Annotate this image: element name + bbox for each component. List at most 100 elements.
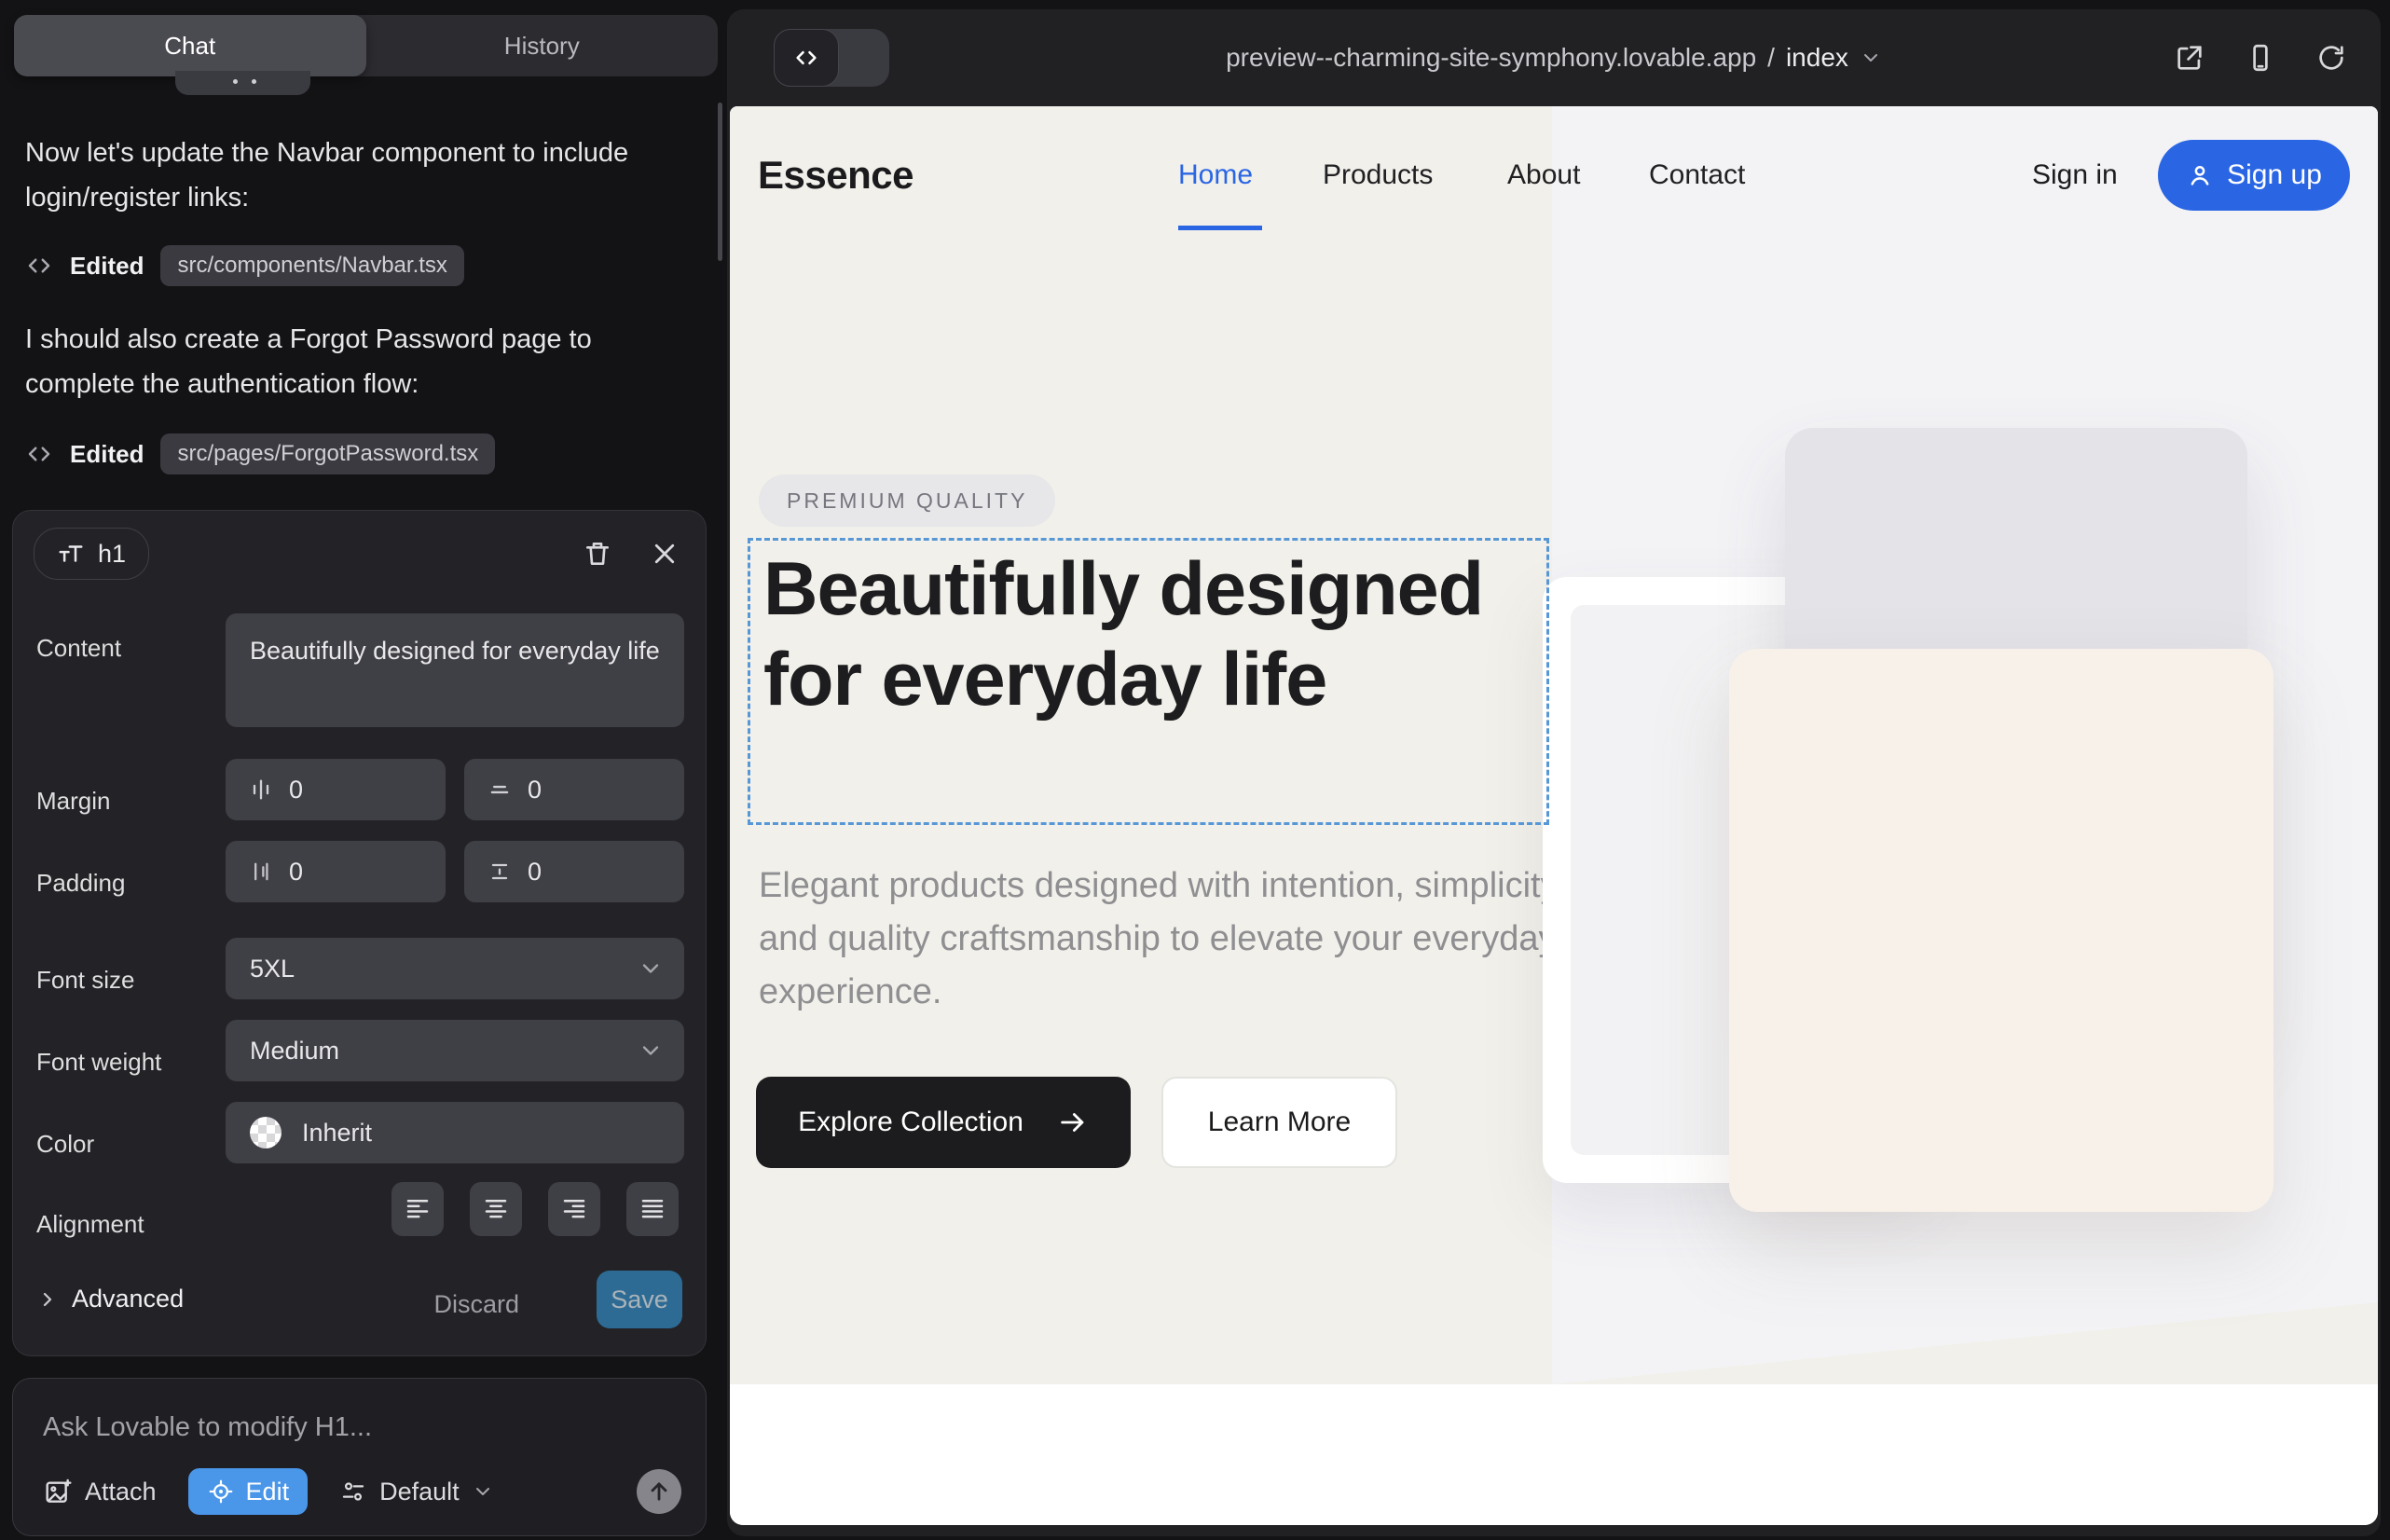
browser-chrome: preview--charming-site-symphony.lovable.… [727,9,2381,106]
chevron-down-icon [638,1038,664,1064]
chat-message: I should also create a Forgot Password p… [25,317,692,406]
element-tag-label: h1 [98,540,126,569]
tab-history[interactable]: History [366,15,719,76]
chat-sidebar: Chat History Now let's update the Navbar… [0,0,725,1540]
url-text: preview--charming-site-symphony.lovable.… [1226,43,1756,73]
padding-vertical-input[interactable]: 0 [464,841,684,902]
delete-element-button[interactable] [579,535,616,572]
signin-button[interactable]: Sign in [2032,159,2118,191]
element-editor-panel: h1 Content Beautifully designed for ever… [12,510,707,1356]
hero-badge: PREMIUM QUALITY [759,474,1055,527]
default-mode-select[interactable]: Default [339,1478,494,1506]
sliders-icon [339,1478,367,1506]
chevron-right-icon [36,1288,59,1311]
active-nav-underline [1178,226,1262,230]
chevron-down-icon [1860,47,1882,69]
browser-actions [2174,9,2347,106]
user-icon [2186,161,2214,189]
padding-vertical-value: 0 [528,858,542,887]
nav-link-about[interactable]: About [1507,159,1580,191]
align-justify-button[interactable] [626,1182,679,1236]
margin-horizontal-value: 0 [289,776,303,804]
edit-action-label: Edited [70,440,144,469]
code-icon [25,440,53,468]
refresh-icon[interactable] [2315,42,2347,74]
code-icon [25,252,53,280]
url-path: index [1786,43,1848,73]
open-external-icon[interactable] [2174,42,2205,74]
edit-action-label: Edited [70,252,144,281]
element-tag-chip: h1 [34,528,149,580]
mobile-view-icon[interactable] [2245,42,2276,74]
font-size-label: Font size [36,966,135,995]
align-left-button[interactable] [391,1182,444,1236]
selected-element-outline[interactable]: Beautifully designed for everyday life [748,538,1549,825]
font-size-value: 5XL [250,955,295,983]
edit-label: Edit [246,1478,290,1506]
margin-horizontal-input[interactable]: 0 [226,759,446,820]
url-separator: / [1767,43,1775,73]
alignment-label: Alignment [36,1210,144,1239]
prompt-toolbar: Attach Edit Default [43,1468,681,1515]
align-right-button[interactable] [548,1182,600,1236]
site-navbar: Essence Home Products About Contact Sign… [730,106,2378,244]
edit-mode-button[interactable]: Edit [188,1468,309,1515]
chat-message: Now let's update the Navbar component to… [25,131,692,220]
margin-label: Margin [36,787,110,816]
arrow-right-icon [1057,1107,1089,1138]
prompt-box: Ask Lovable to modify H1... Attach Edit … [12,1378,707,1536]
content-field[interactable]: Beautifully designed for everyday life [226,613,684,727]
margin-vertical-input[interactable]: 0 [464,759,684,820]
align-center-button[interactable] [470,1182,522,1236]
url-bar[interactable]: preview--charming-site-symphony.lovable.… [727,9,2381,106]
signup-button[interactable]: Sign up [2158,140,2350,211]
file-edit-row: Edited src/pages/ForgotPassword.tsx [25,433,495,475]
chevron-down-icon [638,956,664,982]
scrolled-badge-remnant [175,71,310,95]
color-select[interactable]: Inherit [226,1102,684,1163]
decorative-card-cream [1729,649,2273,1212]
nav-link-contact[interactable]: Contact [1649,159,1745,191]
send-button[interactable] [637,1469,681,1514]
margin-horizontal-icon [248,777,274,803]
discard-button[interactable]: Discard [433,1290,519,1319]
hero-description: Elegant products designed with intention… [759,859,1598,1019]
padding-horizontal-icon [248,859,274,885]
hero-heading[interactable]: Beautifully designed for everyday life [763,544,1546,725]
nav-link-home[interactable]: Home [1178,159,1253,191]
hero-section: PREMIUM QUALITY Beautifully designed for… [730,244,2378,1384]
edited-file-badge[interactable]: src/components/Navbar.tsx [160,245,463,286]
chat-scrollbar[interactable] [718,103,722,261]
margin-vertical-value: 0 [528,776,542,804]
tab-chat[interactable]: Chat [14,15,366,76]
color-label: Color [36,1130,94,1159]
margin-vertical-icon [487,777,513,803]
font-weight-select[interactable]: Medium [226,1020,684,1081]
font-weight-value: Medium [250,1037,339,1066]
padding-horizontal-input[interactable]: 0 [226,841,446,902]
advanced-label: Advanced [72,1285,184,1313]
nav-link-products[interactable]: Products [1323,159,1433,191]
font-weight-label: Font weight [36,1048,161,1077]
file-edit-row: Edited src/components/Navbar.tsx [25,244,464,287]
font-size-select[interactable]: 5XL [226,938,684,999]
preview-browser-frame: preview--charming-site-symphony.lovable.… [727,9,2381,1536]
chevron-down-icon [472,1480,494,1503]
default-label: Default [379,1478,460,1506]
padding-vertical-icon [487,859,513,885]
learn-more-button[interactable]: Learn More [1161,1077,1397,1168]
prompt-input[interactable]: Ask Lovable to modify H1... [43,1412,372,1443]
target-icon [207,1478,235,1506]
site-logo[interactable]: Essence [758,153,913,198]
explore-collection-button[interactable]: Explore Collection [756,1077,1131,1168]
primary-cta-label: Explore Collection [798,1107,1023,1138]
attach-label: Attach [85,1478,157,1506]
hero-diagonal-divider [1552,1302,2378,1384]
attach-image-icon [43,1477,73,1506]
save-button[interactable]: Save [597,1271,682,1328]
close-panel-button[interactable] [646,535,683,572]
advanced-toggle[interactable]: Advanced [36,1285,184,1313]
attach-button[interactable]: Attach [43,1477,157,1506]
edited-file-badge[interactable]: src/pages/ForgotPassword.tsx [160,433,495,474]
color-value: Inherit [302,1119,372,1148]
